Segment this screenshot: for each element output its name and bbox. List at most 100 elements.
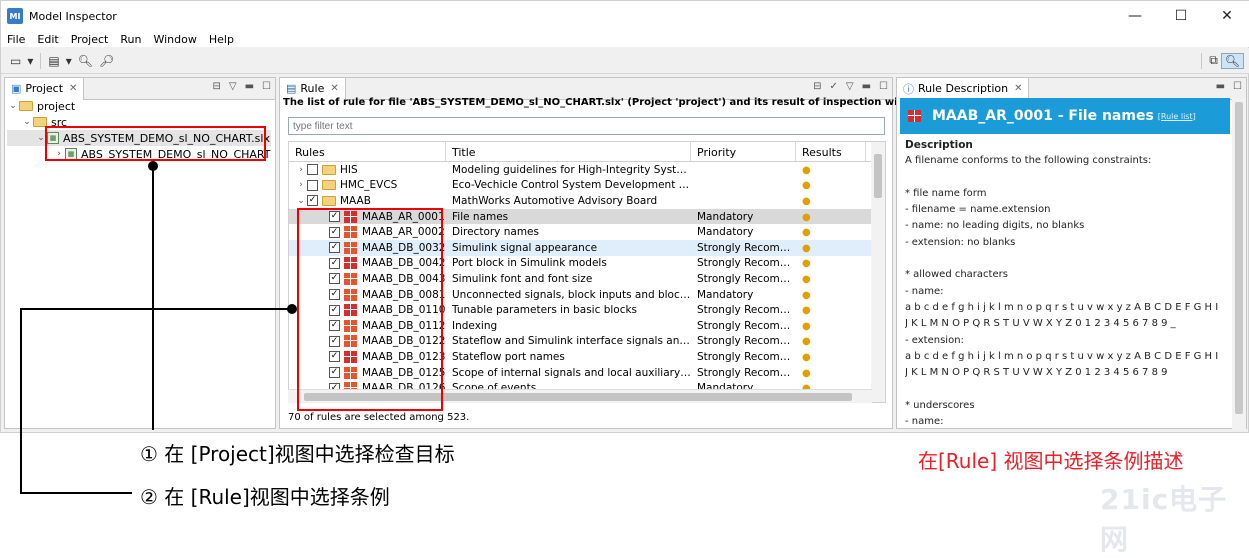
- minimize-view-icon[interactable]: ▬: [862, 81, 871, 92]
- project-folder-icon: [19, 101, 33, 111]
- menu-run[interactable]: Run: [114, 33, 147, 46]
- checkbox[interactable]: [307, 164, 318, 176]
- result-dot-icon: ●: [802, 180, 811, 192]
- result-cell: ●: [796, 304, 866, 316]
- tab-rule-label: Rule: [300, 82, 325, 95]
- checkbox[interactable]: ✓: [307, 195, 318, 207]
- search-icon[interactable]: 🔍︎: [75, 54, 96, 68]
- menu-help[interactable]: Help: [203, 33, 240, 46]
- result-dot-icon: ●: [802, 351, 811, 363]
- minimize-view-icon[interactable]: ▬: [1216, 81, 1225, 92]
- toolbar-divider: [40, 52, 42, 69]
- connector-line: [20, 308, 22, 494]
- filter-input[interactable]: [288, 117, 885, 135]
- close-tab-icon[interactable]: ✕: [69, 83, 77, 94]
- result-cell: ●: [796, 195, 866, 207]
- maximize-button[interactable]: ☐: [1158, 1, 1204, 31]
- folder-icon: [322, 180, 336, 191]
- rule-list-link[interactable]: [Rule list]: [1158, 112, 1196, 121]
- close-tab-icon[interactable]: ✕: [1014, 83, 1022, 94]
- priority-cell: Strongly Recomme...: [697, 272, 796, 285]
- inspector-perspective-icon[interactable]: 🔍︎: [1220, 52, 1244, 69]
- result-dot-icon: ●: [802, 305, 811, 317]
- result-cell: ●: [796, 242, 866, 254]
- title-cell: Modeling guidelines for High-Integrity S…: [452, 163, 691, 176]
- collapse-icon[interactable]: ⊟: [212, 81, 220, 92]
- description-scrollbar[interactable]: [1232, 98, 1246, 430]
- tree-item-project[interactable]: ⌄ project: [7, 98, 271, 114]
- expand-icon[interactable]: ⌄: [295, 196, 307, 206]
- maximize-view-icon[interactable]: ☐: [879, 81, 888, 92]
- description-heading: Description: [905, 139, 973, 151]
- view-menu-icon[interactable]: ▽: [846, 81, 854, 92]
- priority-cell: Strongly Recomme...: [697, 335, 796, 348]
- result-dot-icon: ●: [802, 195, 811, 207]
- collapse-icon[interactable]: ⊟: [813, 81, 821, 92]
- view-menu-icon[interactable]: ▽: [229, 81, 237, 92]
- tab-description-label: Rule Description: [918, 82, 1009, 95]
- run-check-icon[interactable]: ✓: [829, 81, 837, 92]
- connector-line: [152, 166, 154, 430]
- col-rules[interactable]: Rules: [289, 142, 446, 161]
- menu-file[interactable]: File: [1, 33, 31, 46]
- priority-cell: Strongly Recomme...: [697, 350, 796, 363]
- title-cell: Simulink signal appearance: [452, 241, 598, 254]
- title-cell: Port block in Simulink models: [452, 257, 607, 270]
- group-row[interactable]: ⌄ ✓ MAAB MathWorks Automotive Advisory Boar…: [289, 193, 885, 209]
- minimize-view-icon[interactable]: ▬: [245, 81, 254, 92]
- group-row[interactable]: › HIS Modeling guidelines for High-Integri…: [289, 162, 885, 178]
- menu-project[interactable]: Project: [65, 33, 115, 46]
- description-title: MAAB_AR_0001 - File names: [932, 108, 1154, 124]
- info-icon: ⓘ: [903, 82, 914, 96]
- rule-icon: [908, 110, 921, 122]
- perspective-icon[interactable]: ⧉: [1206, 53, 1221, 68]
- group-name: HMC_EVCS: [340, 179, 398, 192]
- watermark: 21ic电子网: [1100, 483, 1228, 556]
- main-window: MI Model Inspector — ☐ ✕ File Edit Proje…: [0, 0, 1249, 433]
- table-header: Rules Title Priority Results: [289, 142, 885, 162]
- group-row[interactable]: › HMC_EVCS Eco-Vechicle Control System Dev…: [289, 178, 885, 194]
- title-cell: Eco-Vechicle Control System Development …: [452, 179, 691, 192]
- col-title[interactable]: Title: [446, 142, 691, 161]
- dropdown-icon[interactable]: ▾: [24, 54, 36, 68]
- collapse-arrow-icon[interactable]: ›: [295, 165, 307, 175]
- result-cell: ●: [796, 335, 866, 347]
- checkbox[interactable]: [307, 179, 318, 191]
- close-button[interactable]: ✕: [1204, 1, 1249, 31]
- title-cell: Directory names: [452, 226, 539, 239]
- tab-project[interactable]: ▣ Project ✕: [5, 77, 85, 100]
- priority-cell: Mandatory: [697, 288, 754, 301]
- vertical-scrollbar[interactable]: [871, 142, 885, 402]
- rule-cell: › HIS: [289, 164, 446, 176]
- new-icon[interactable]: ▭: [7, 54, 24, 68]
- menu-bar: File Edit Project Run Window Help: [1, 31, 1249, 47]
- highlight-box-rules: [297, 208, 443, 411]
- minimize-button[interactable]: —: [1112, 1, 1158, 31]
- rule-header-text: The list of rule for file 'ABS_SYSTEM_DE…: [283, 97, 966, 108]
- title-cell: Stateflow and Simulink interface signals…: [452, 335, 691, 348]
- window-title: Model Inspector: [29, 9, 117, 23]
- close-tab-icon[interactable]: ✕: [330, 83, 338, 94]
- maximize-view-icon[interactable]: ☐: [262, 81, 271, 92]
- result-cell: ●: [796, 179, 866, 191]
- open-icon[interactable]: ▤: [45, 54, 62, 68]
- project-icon: ▣: [11, 82, 22, 95]
- title-cell: Simulink font and font size: [452, 272, 593, 285]
- result-dot-icon: ●: [802, 242, 811, 254]
- menu-window[interactable]: Window: [147, 33, 202, 46]
- inspect-icon[interactable]: 🔎︎: [96, 54, 117, 68]
- result-dot-icon: ●: [802, 227, 811, 239]
- menu-edit[interactable]: Edit: [31, 33, 64, 46]
- maximize-view-icon[interactable]: ☐: [1233, 81, 1242, 92]
- status-text: 70 of rules are selected among 523.: [288, 412, 470, 423]
- rule-cell: › HMC_EVCS: [289, 179, 446, 191]
- group-name: HIS: [340, 163, 358, 176]
- col-results[interactable]: Results: [796, 142, 866, 161]
- col-priority[interactable]: Priority: [691, 142, 796, 161]
- title-cell: File names: [452, 210, 509, 223]
- title-cell: Stateflow port names: [452, 350, 565, 363]
- dropdown-icon[interactable]: ▾: [63, 54, 75, 68]
- tab-rule-description[interactable]: ⓘ Rule Description ✕: [897, 77, 1030, 100]
- collapse-arrow-icon[interactable]: ›: [295, 180, 307, 190]
- result-cell: ●: [796, 273, 866, 285]
